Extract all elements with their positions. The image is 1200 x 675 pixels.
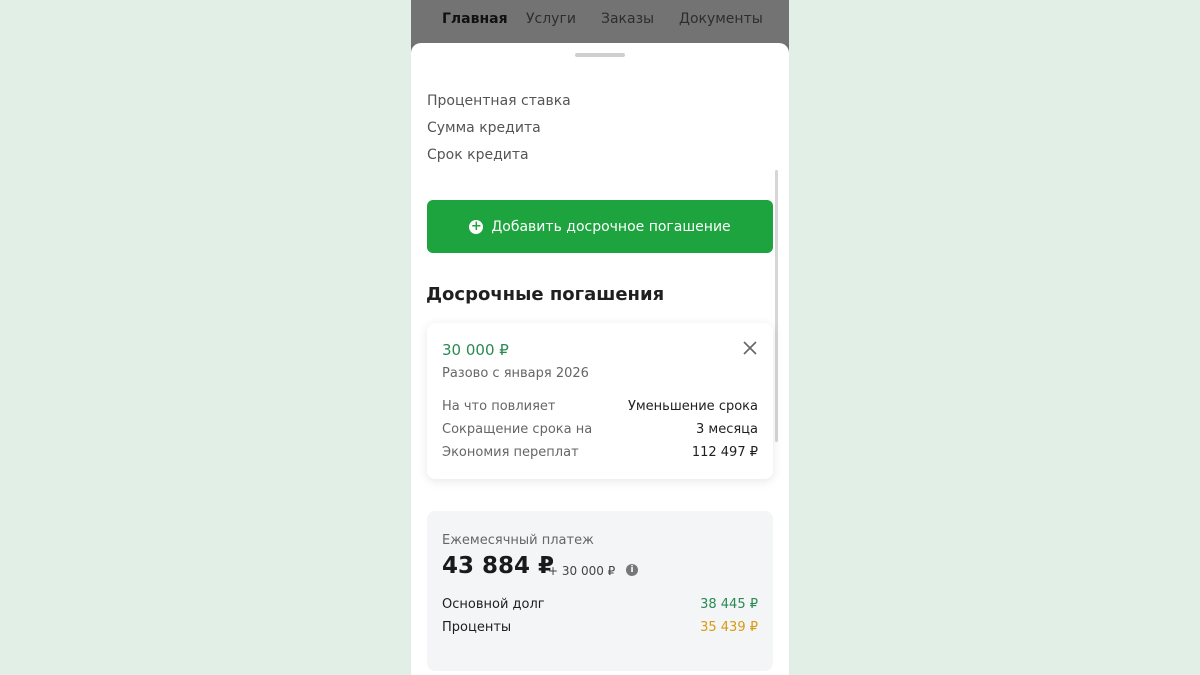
info-icon[interactable]: i bbox=[626, 564, 638, 576]
card-row-savings: Экономия переплат 112 497 ₽ bbox=[442, 445, 758, 460]
tab-orders[interactable]: Заказы bbox=[601, 11, 654, 27]
monthly-payment-extra: + 30 000 ₽ bbox=[548, 564, 616, 578]
interest-row: Проценты 35 439 ₽ bbox=[442, 620, 758, 635]
top-navigation: Главная Услуги Заказы Документы bbox=[411, 0, 789, 44]
add-early-repayment-label: Добавить досрочное погашение bbox=[491, 218, 731, 235]
principal-label: Основной долг bbox=[442, 597, 545, 612]
principal-row: Основной долг 38 445 ₽ bbox=[442, 597, 758, 612]
tab-home[interactable]: Главная bbox=[442, 11, 508, 27]
close-icon[interactable] bbox=[741, 339, 759, 357]
card-row-value: 3 месяца bbox=[696, 422, 758, 437]
interest-value: 35 439 ₽ bbox=[700, 620, 758, 635]
monthly-payment-summary: Ежемесячный платеж 43 884 ₽ + 30 000 ₽ i… bbox=[427, 511, 773, 671]
early-repayment-card: 30 000 ₽ Разово с января 2026 На что пов… bbox=[427, 323, 773, 479]
phone-screen: Главная Услуги Заказы Документы Процентн… bbox=[411, 0, 789, 675]
principal-value: 38 445 ₽ bbox=[700, 597, 758, 612]
card-row-label: Экономия переплат bbox=[442, 445, 579, 460]
repayment-schedule: Разово с января 2026 bbox=[442, 366, 589, 381]
early-repayments-title: Досрочные погашения bbox=[426, 284, 665, 305]
card-row-term-reduction: Сокращение срока на 3 месяца bbox=[442, 422, 758, 437]
repayment-amount: 30 000 ₽ bbox=[442, 341, 509, 359]
card-row-impact: На что повлияет Уменьшение срока bbox=[442, 399, 758, 414]
interest-rate-label: Процентная ставка bbox=[427, 93, 571, 109]
add-early-repayment-button[interactable]: + Добавить досрочное погашение bbox=[427, 200, 773, 253]
card-row-value: 112 497 ₽ bbox=[691, 445, 758, 460]
tab-documents[interactable]: Документы bbox=[679, 11, 763, 27]
bottom-sheet: Процентная ставка Сумма кредита Срок кре… bbox=[411, 43, 789, 675]
monthly-payment-total: 43 884 ₽ bbox=[442, 553, 555, 579]
card-row-value: Уменьшение срока bbox=[627, 399, 758, 414]
card-row-label: Сокращение срока на bbox=[442, 422, 593, 437]
tab-services[interactable]: Услуги bbox=[526, 11, 576, 27]
interest-label: Проценты bbox=[442, 620, 512, 635]
sheet-drag-handle[interactable] bbox=[575, 53, 625, 57]
card-row-label: На что повлияет bbox=[442, 399, 556, 414]
loan-term-label: Срок кредита bbox=[427, 147, 529, 163]
monthly-payment-label: Ежемесячный платеж bbox=[442, 533, 594, 548]
scrollbar[interactable] bbox=[775, 170, 778, 442]
plus-circle-icon: + bbox=[469, 218, 484, 234]
loan-amount-label: Сумма кредита bbox=[427, 120, 541, 136]
